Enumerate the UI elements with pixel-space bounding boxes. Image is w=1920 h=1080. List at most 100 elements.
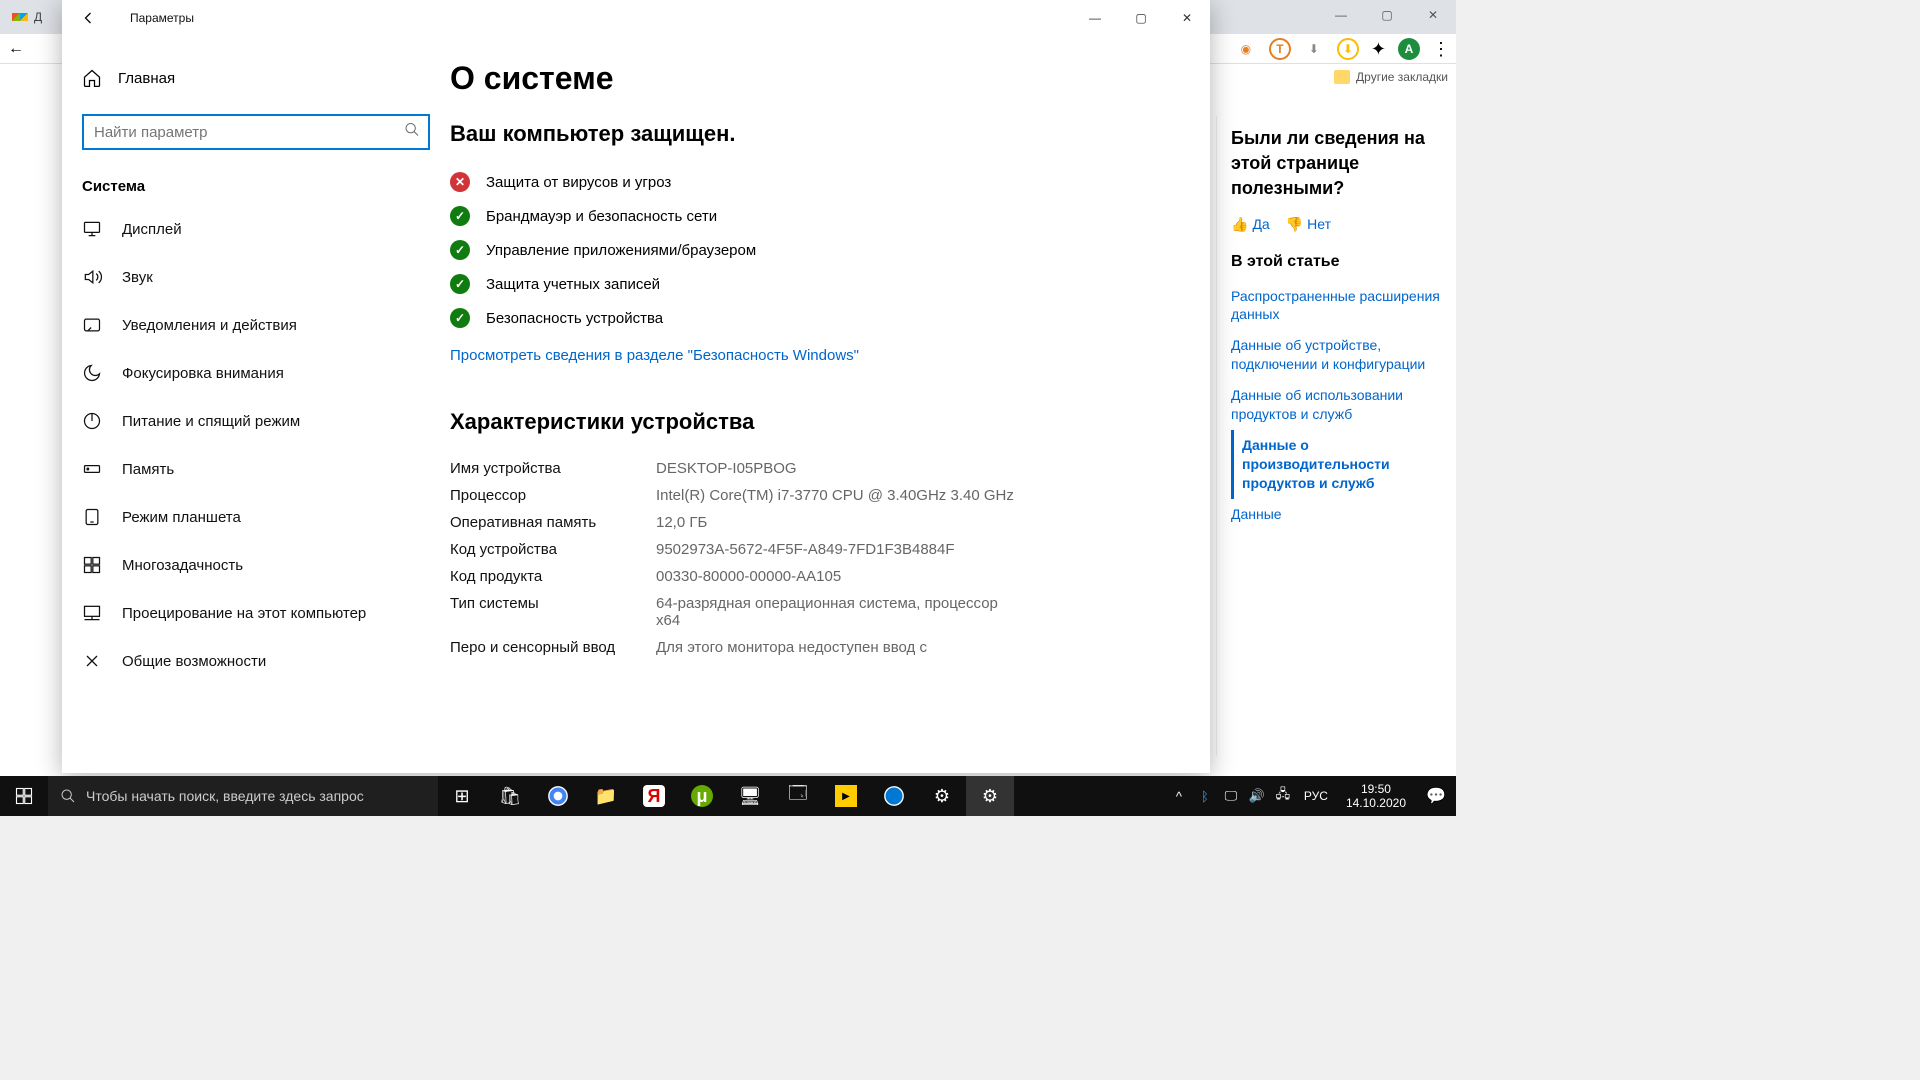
bg-close-button[interactable]: ✕	[1410, 0, 1456, 30]
chrome-icon[interactable]	[534, 776, 582, 816]
extensions-icon[interactable]: ✦	[1371, 39, 1386, 60]
window-title: Параметры	[130, 11, 194, 25]
sidebar-item-shared[interactable]: Общие возможности	[62, 637, 450, 685]
close-button[interactable]: ✕	[1164, 3, 1210, 33]
browser-tab-label: Д	[34, 10, 42, 24]
docs-link[interactable]: Распространенные расширения данных	[1231, 281, 1442, 331]
docs-link[interactable]: Данные об устройстве, подключении и конф…	[1231, 330, 1442, 380]
bg-minimize-button[interactable]: —	[1318, 0, 1364, 30]
sidebar-item-focus[interactable]: Фокусировка внимания	[62, 349, 450, 397]
search-icon	[404, 122, 420, 143]
search-input[interactable]	[82, 114, 430, 150]
app-icon[interactable]: ⚙	[918, 776, 966, 816]
task-view-icon[interactable]: ⊞	[438, 776, 486, 816]
bookmarks-bar[interactable]: Другие закладки	[1334, 70, 1448, 84]
spec-value: Intel(R) Core(TM) i7-3770 CPU @ 3.40GHz …	[656, 487, 1014, 504]
back-button[interactable]	[78, 8, 98, 28]
settings-sidebar: Главная Система Дисплей Звук Уведомления…	[62, 36, 450, 773]
explorer-icon[interactable]: 📁	[582, 776, 630, 816]
spec-label: Оперативная память	[450, 514, 656, 531]
notification-icon[interactable]: 💬	[1416, 786, 1456, 806]
bookmarks-label: Другие закладки	[1356, 70, 1448, 84]
utorrent-icon[interactable]: μ	[678, 776, 726, 816]
security-item-label: Защита учетных записей	[486, 276, 660, 293]
spec-label: Процессор	[450, 487, 656, 504]
language-indicator[interactable]: РУС	[1296, 789, 1336, 803]
spec-row: Код устройства9502973A-5672-4F5F-A849-7F…	[450, 536, 1170, 563]
docs-link-active[interactable]: Данные о производительности продуктов и …	[1231, 430, 1442, 499]
spec-row: Тип системы64-разрядная операционная сис…	[450, 590, 1170, 634]
feedback-no-button[interactable]: 👎 Нет	[1286, 216, 1331, 233]
sidebar-item-power[interactable]: Питание и спящий режим	[62, 397, 450, 445]
feedback-yes-button[interactable]: 👍 Да	[1231, 216, 1270, 233]
extension-icon[interactable]: ◉	[1235, 38, 1257, 60]
browser-tab[interactable]: Д	[0, 9, 54, 25]
sidebar-item-notifications[interactable]: Уведомления и действия	[62, 301, 450, 349]
extension-icon[interactable]: T	[1269, 38, 1291, 60]
docs-section-heading: В этой статье	[1231, 253, 1442, 271]
protected-heading: Ваш компьютер защищен.	[450, 121, 1170, 147]
cross-icon: ✕	[450, 172, 470, 192]
sidebar-item-tablet[interactable]: Режим планшета	[62, 493, 450, 541]
security-item-label: Управление приложениями/браузером	[486, 242, 756, 259]
spec-row: Оперативная память12,0 ГБ	[450, 509, 1170, 536]
check-icon: ✓	[450, 240, 470, 260]
security-item-label: Брандмауэр и безопасность сети	[486, 208, 717, 225]
sidebar-item-sound[interactable]: Звук	[62, 253, 450, 301]
spec-row: Имя устройстваDESKTOP-I05PBOG	[450, 455, 1170, 482]
maximize-button[interactable]: ▢	[1118, 3, 1164, 33]
volume-icon[interactable]: 🔊	[1244, 776, 1270, 816]
app-icon[interactable]: 🖥	[726, 776, 774, 816]
sidebar-item-projecting[interactable]: Проецирование на этот компьютер	[62, 589, 450, 637]
specs-heading: Характеристики устройства	[450, 409, 1170, 435]
spec-label: Тип системы	[450, 595, 656, 629]
app-icon[interactable]: 🗔	[774, 776, 822, 816]
home-button[interactable]: Главная	[62, 60, 450, 96]
security-item: ✓ Защита учетных записей	[450, 267, 1170, 301]
spec-value: 12,0 ГБ	[656, 514, 707, 531]
settings-content: О системе Ваш компьютер защищен. ✕ Защита…	[450, 36, 1210, 773]
clock[interactable]: 19:50 14.10.2020	[1336, 782, 1416, 811]
spec-row: Перо и сенсорный вводДля этого монитора …	[450, 634, 1170, 661]
minimize-button[interactable]: —	[1072, 3, 1118, 33]
spec-label: Код продукта	[450, 568, 656, 585]
spec-value: Для этого монитора недоступен ввод с	[656, 639, 927, 656]
extension-icon[interactable]: ⬇	[1337, 38, 1359, 60]
microsoft-logo-icon	[12, 9, 28, 25]
search-placeholder: Чтобы начать поиск, введите здесь запрос	[86, 788, 364, 804]
start-button[interactable]	[0, 776, 48, 816]
yandex-icon[interactable]: Я	[630, 776, 678, 816]
bluetooth-icon[interactable]: ᛒ	[1192, 776, 1218, 816]
settings-taskbar-icon[interactable]: ⚙	[966, 776, 1014, 816]
spec-value: DESKTOP-I05PBOG	[656, 460, 797, 477]
check-icon: ✓	[450, 274, 470, 294]
docs-link[interactable]: Данные	[1231, 499, 1442, 530]
tray-chevron-icon[interactable]: ^	[1166, 776, 1192, 816]
page-title: О системе	[450, 60, 1170, 97]
category-label: Система	[62, 150, 450, 205]
taskbar-search[interactable]: Чтобы начать поиск, введите здесь запрос	[48, 776, 438, 816]
security-details-link[interactable]: Просмотреть сведения в разделе "Безопасн…	[450, 347, 859, 364]
network-icon[interactable]: 🖧	[1270, 776, 1296, 816]
store-icon[interactable]: 🛍	[486, 776, 534, 816]
avatar[interactable]: A	[1398, 38, 1420, 60]
security-item: ✕ Защита от вирусов и угроз	[450, 165, 1170, 199]
browser-menu-icon[interactable]: ⋮	[1432, 39, 1450, 60]
display-icon[interactable]: 🖵	[1218, 776, 1244, 816]
sidebar-item-storage[interactable]: Память	[62, 445, 450, 493]
spec-row: Код продукта00330-80000-00000-AA105	[450, 563, 1170, 590]
security-item: ✓Брандмауэр и безопасность сети	[450, 199, 1170, 233]
download-icon[interactable]: ⬇	[1303, 38, 1325, 60]
docs-link[interactable]: Данные об использовании продуктов и служ…	[1231, 380, 1442, 430]
spec-value: 00330-80000-00000-AA105	[656, 568, 841, 585]
check-icon: ✓	[450, 308, 470, 328]
security-item: ✓ Управление приложениями/браузером	[450, 233, 1170, 267]
taskbar: Чтобы начать поиск, введите здесь запрос…	[0, 776, 1456, 816]
sidebar-item-multitask[interactable]: Многозадачность	[62, 541, 450, 589]
browser-back-icon[interactable]: ←	[8, 40, 24, 58]
bg-maximize-button[interactable]: ▢	[1364, 0, 1410, 30]
player-icon[interactable]: ▶	[822, 776, 870, 816]
sidebar-item-display[interactable]: Дисплей	[62, 205, 450, 253]
security-item-label: Защита от вирусов и угроз	[486, 174, 671, 191]
edge-icon[interactable]	[870, 776, 918, 816]
